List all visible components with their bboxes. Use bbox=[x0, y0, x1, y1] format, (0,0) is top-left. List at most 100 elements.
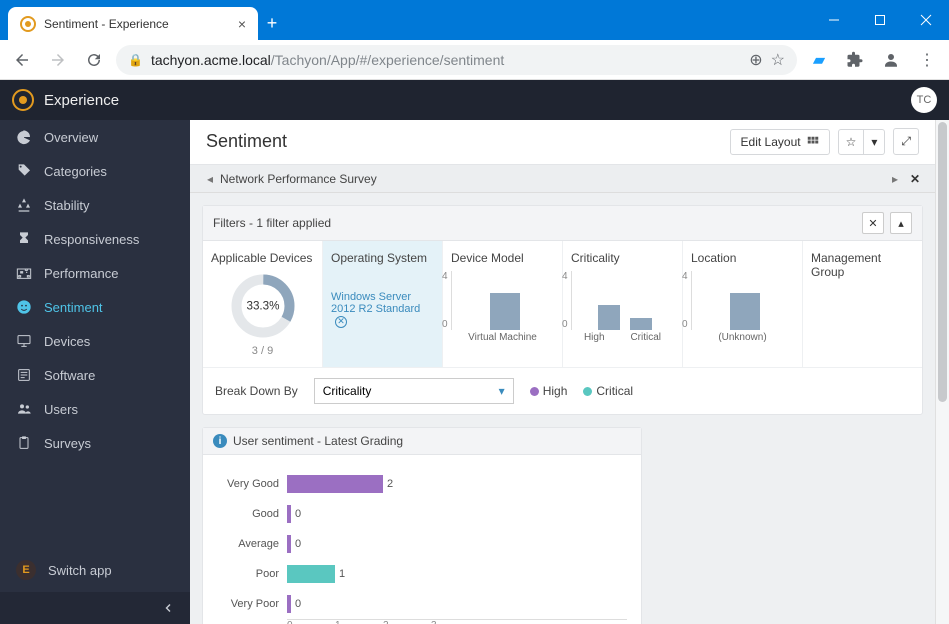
survey-prev-button[interactable]: ◂ bbox=[200, 172, 220, 186]
sidebar-item-label: Sentiment bbox=[44, 300, 103, 315]
gauge-icon bbox=[16, 265, 32, 281]
sidebar-item-label: Responsiveness bbox=[44, 232, 139, 247]
switch-app-label: Switch app bbox=[48, 563, 112, 578]
user-avatar[interactable]: TC bbox=[911, 87, 937, 113]
address-bar[interactable]: 🔒 tachyon.acme.local/Tachyon/App/#/exper… bbox=[116, 45, 797, 75]
sidebar-item-surveys[interactable]: Surveys bbox=[0, 426, 190, 460]
chat-icon[interactable]: ▰ bbox=[805, 46, 833, 74]
hbar-value: 2 bbox=[387, 478, 393, 490]
breakdown-legend: HighCritical bbox=[530, 384, 633, 398]
search-in-page-icon[interactable]: ⊕ bbox=[749, 50, 762, 70]
sidebar-item-label: Stability bbox=[44, 198, 90, 213]
sidebar-item-responsiveness[interactable]: Responsiveness bbox=[0, 222, 190, 256]
browser-titlebar: Sentiment - Experience × + bbox=[0, 0, 949, 40]
app-header: Experience TC bbox=[0, 80, 949, 120]
hbar-value: 0 bbox=[295, 538, 301, 550]
profile-icon[interactable] bbox=[877, 46, 905, 74]
x-tick: 1 bbox=[335, 620, 383, 624]
survey-bar: ◂ Network Performance Survey ▸ ✕ bbox=[190, 165, 935, 193]
donut-chart: 33.3% bbox=[228, 271, 298, 341]
filter-os-remove-icon[interactable]: ✕ bbox=[335, 316, 347, 328]
grid-icon bbox=[807, 136, 819, 148]
favorite-button[interactable]: ☆ bbox=[838, 129, 865, 155]
breakdown-select[interactable]: Criticality ▾ bbox=[314, 378, 514, 404]
lock-icon: 🔒 bbox=[128, 53, 143, 67]
sidebar-item-label: Devices bbox=[44, 334, 90, 349]
filter-management-group[interactable]: Management Group bbox=[803, 241, 922, 367]
hbar-segment bbox=[287, 565, 335, 583]
nav-forward-button[interactable] bbox=[44, 46, 72, 74]
hbar-category-label: Average bbox=[217, 538, 287, 550]
switch-app-button[interactable]: E Switch app bbox=[0, 548, 190, 592]
scrollbar-thumb[interactable] bbox=[938, 122, 947, 402]
sidebar-item-label: Categories bbox=[44, 164, 107, 179]
sidebar-item-label: Overview bbox=[44, 130, 98, 145]
filter-label: Device Model bbox=[451, 251, 554, 265]
filter-criticality[interactable]: Criticality 40HighCritical bbox=[563, 241, 683, 367]
filter-label: Criticality bbox=[571, 251, 674, 265]
filter-device-model[interactable]: Device Model 40Virtual Machine bbox=[443, 241, 563, 367]
clipboard-icon bbox=[16, 435, 32, 451]
filters-header-text: Filters - 1 filter applied bbox=[213, 216, 331, 230]
chart-title: User sentiment - Latest Grading bbox=[233, 434, 403, 448]
x-tick: 3 bbox=[431, 620, 479, 624]
breakdown-value: Criticality bbox=[323, 384, 372, 398]
breakdown-row: Break Down By Criticality ▾ HighCritical bbox=[203, 367, 922, 414]
window-maximize-button[interactable] bbox=[857, 0, 903, 40]
sidebar-collapse-button[interactable] bbox=[0, 592, 190, 624]
monitor-icon bbox=[16, 333, 32, 349]
sidebar-item-stability[interactable]: Stability bbox=[0, 188, 190, 222]
app-title: Experience bbox=[44, 92, 119, 109]
filters-card: Filters - 1 filter applied ✕ ▴ Applicabl… bbox=[202, 205, 923, 415]
filter-operating-system[interactable]: Operating System Windows Server 2012 R2 … bbox=[323, 241, 443, 367]
sidebar-item-devices[interactable]: Devices bbox=[0, 324, 190, 358]
bookmark-icon[interactable]: ☆ bbox=[771, 50, 785, 70]
scrollbar[interactable] bbox=[935, 120, 949, 624]
survey-next-button[interactable]: ▸ bbox=[885, 172, 905, 186]
edit-layout-button[interactable]: Edit Layout bbox=[730, 129, 830, 155]
sidebar-item-software[interactable]: Software bbox=[0, 358, 190, 392]
filters-collapse-button[interactable]: ▴ bbox=[890, 212, 912, 234]
sidebar-item-overview[interactable]: Overview bbox=[0, 120, 190, 154]
filter-location[interactable]: Location 40(Unknown) bbox=[683, 241, 803, 367]
filter-applicable-devices: Applicable Devices 33.3% 3 / 9 bbox=[203, 241, 323, 367]
switch-app-icon: E bbox=[16, 560, 36, 580]
x-tick: 0 bbox=[287, 620, 335, 624]
extensions-icon[interactable] bbox=[841, 46, 869, 74]
nav-back-button[interactable] bbox=[8, 46, 36, 74]
browser-menu-icon[interactable]: ⋮ bbox=[913, 46, 941, 74]
favorite-menu-button[interactable]: ▾ bbox=[864, 129, 885, 155]
url-text: tachyon.acme.local/Tachyon/App/#/experie… bbox=[151, 52, 741, 68]
smile-icon bbox=[16, 299, 32, 315]
filters-clear-button[interactable]: ✕ bbox=[862, 212, 884, 234]
tab-title: Sentiment - Experience bbox=[44, 17, 230, 31]
nav-reload-button[interactable] bbox=[80, 46, 108, 74]
breakdown-label: Break Down By bbox=[215, 384, 298, 398]
sidebar-item-sentiment[interactable]: Sentiment bbox=[0, 290, 190, 324]
fullscreen-button[interactable]: ⤢ bbox=[893, 128, 919, 155]
page-header: Sentiment Edit Layout ☆ ▾ ⤢ bbox=[190, 120, 935, 165]
hbar-category-label: Good bbox=[217, 508, 287, 520]
filter-label: Applicable Devices bbox=[211, 251, 314, 265]
hbar-category-label: Poor bbox=[217, 568, 287, 580]
caret-down-icon: ▾ bbox=[499, 384, 505, 398]
new-tab-button[interactable]: + bbox=[258, 7, 286, 40]
browser-tab[interactable]: Sentiment - Experience × bbox=[8, 7, 258, 40]
window-minimize-button[interactable] bbox=[811, 0, 857, 40]
legend-item: High bbox=[530, 384, 568, 398]
window-close-button[interactable] bbox=[903, 0, 949, 40]
sidebar-item-label: Performance bbox=[44, 266, 118, 281]
survey-name: Network Performance Survey bbox=[220, 172, 885, 186]
hbar-value: 0 bbox=[295, 508, 301, 520]
app-logo-icon bbox=[12, 89, 34, 111]
tab-close-icon[interactable]: × bbox=[238, 16, 246, 32]
filter-os-value: Windows Server 2012 R2 Standard ✕ bbox=[331, 291, 434, 328]
filter-label: Management Group bbox=[811, 251, 914, 279]
survey-close-button[interactable]: ✕ bbox=[905, 172, 925, 186]
donut-count: 3 / 9 bbox=[252, 345, 273, 357]
info-icon[interactable]: i bbox=[213, 434, 227, 448]
sidebar-item-performance[interactable]: Performance bbox=[0, 256, 190, 290]
sidebar-item-categories[interactable]: Categories bbox=[0, 154, 190, 188]
sidebar-item-users[interactable]: Users bbox=[0, 392, 190, 426]
favicon-icon bbox=[20, 16, 36, 32]
